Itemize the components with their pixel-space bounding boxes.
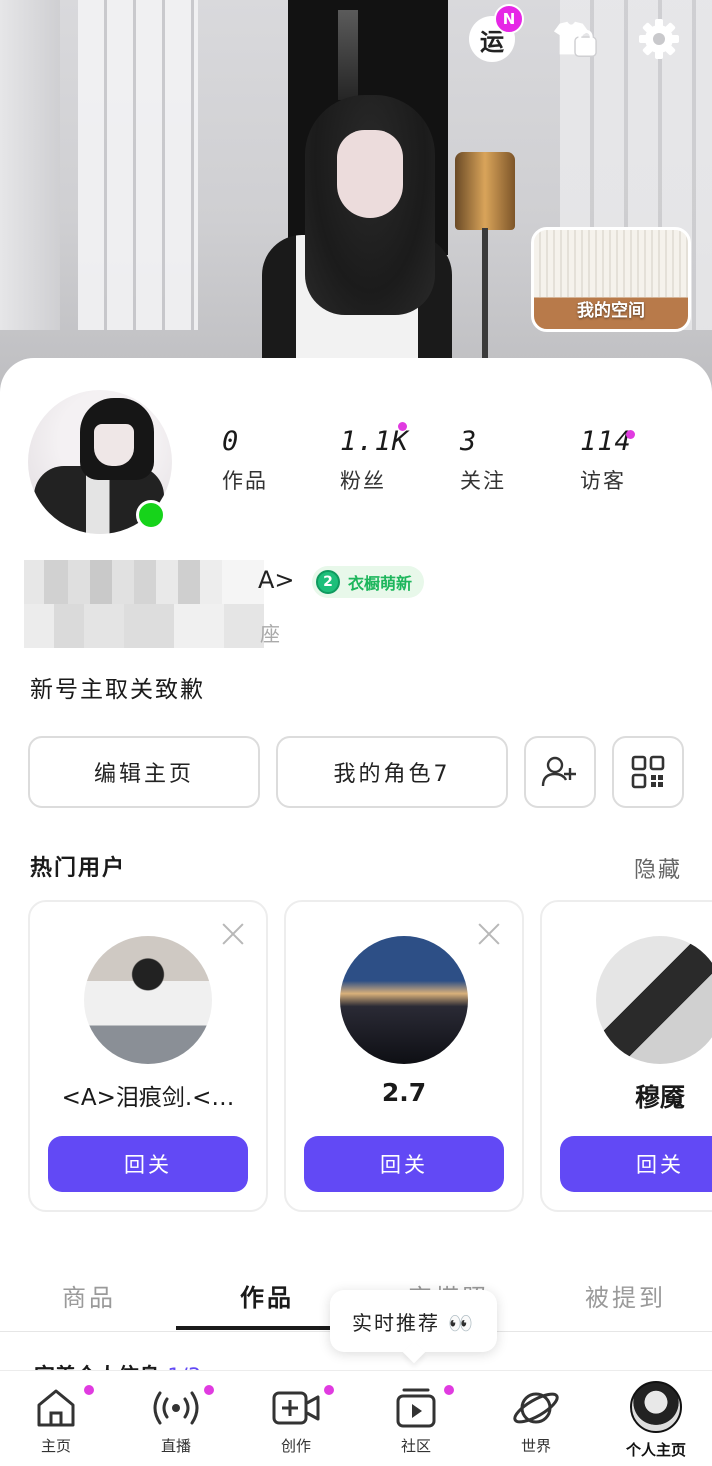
edit-profile-button[interactable]: 编辑主页 xyxy=(28,736,260,808)
close-icon[interactable] xyxy=(220,920,248,948)
nav-profile-label: 个人主页 xyxy=(625,1441,686,1459)
hot-user-avatar[interactable] xyxy=(596,936,712,1064)
level-badge[interactable]: 2 衣橱萌新 xyxy=(312,566,425,598)
nav-live-label: 直播 xyxy=(160,1437,191,1455)
stat-visitors-value: 114 xyxy=(580,426,632,457)
stat-fans-label: 粉丝 xyxy=(340,469,386,493)
wardrobe-button[interactable] xyxy=(552,16,598,62)
nav-home-label: 主页 xyxy=(40,1437,71,1455)
nav-community-dot xyxy=(444,1385,454,1395)
add-friend-button[interactable] xyxy=(524,736,596,808)
hot-user-name: 2.7 xyxy=(381,1078,427,1107)
hero-scene: 运 N 我的空间 xyxy=(0,0,712,400)
online-status-dot xyxy=(136,500,166,530)
create-icon xyxy=(272,1391,320,1425)
my-space-thumbnail xyxy=(534,230,688,298)
nav-world[interactable]: 世界 xyxy=(486,1379,586,1465)
gear-icon xyxy=(639,19,679,59)
scene-lamp xyxy=(455,152,515,230)
scene-wall xyxy=(0,0,60,330)
nav-live-dot xyxy=(204,1385,214,1395)
scene-lamp-pole xyxy=(482,228,488,358)
nav-home[interactable]: 主页 xyxy=(6,1379,106,1465)
stat-following-value: 3 xyxy=(460,426,478,457)
stat-works-label: 作品 xyxy=(222,469,268,493)
my-space-button[interactable]: 我的空间 xyxy=(531,227,691,332)
nav-live[interactable]: 直播 xyxy=(126,1379,226,1465)
planet-icon xyxy=(513,1392,559,1424)
hot-users-title: 热门用户 xyxy=(30,856,127,881)
follow-back-button[interactable]: 回关 xyxy=(560,1136,712,1192)
profile-page: 运 N 我的空间 0 作品 1.1K 粉丝 3 关注 114 访客 A> 座 2… xyxy=(0,0,712,1466)
close-icon[interactable] xyxy=(476,920,504,948)
tab-works[interactable]: 作品 xyxy=(240,1278,294,1313)
avatar xyxy=(630,1381,682,1433)
nav-create-dot xyxy=(324,1385,334,1395)
stat-fans[interactable]: 1.1K 粉丝 xyxy=(340,422,410,495)
signature-suffix: 座 xyxy=(260,622,280,646)
tab-mentions[interactable]: 被提到 xyxy=(585,1278,666,1313)
community-icon xyxy=(396,1388,436,1428)
profile-bio: 新号主取关致歉 xyxy=(30,677,205,703)
hot-user-avatar[interactable] xyxy=(84,936,212,1064)
my-space-label: 我的空间 xyxy=(577,301,645,321)
hot-user-card[interactable]: 2.7 回关 xyxy=(284,900,524,1212)
nav-create-label: 创作 xyxy=(280,1437,311,1455)
bottom-nav: 主页 直播 创作 社区 世界 个人主页 xyxy=(0,1370,712,1466)
nav-home-dot xyxy=(84,1385,94,1395)
my-roles-button[interactable]: 我的角色7 xyxy=(276,736,508,808)
username-mosaic xyxy=(24,560,264,648)
fortune-badge: N xyxy=(494,4,524,34)
stat-following-label: 关注 xyxy=(460,469,506,493)
stat-fans-value: 1.1K xyxy=(340,426,410,457)
follow-back-button[interactable]: 回关 xyxy=(304,1136,504,1192)
stat-works[interactable]: 0 作品 xyxy=(222,426,268,495)
hot-user-card[interactable]: 穆魇 回关 xyxy=(540,900,712,1212)
tab-products[interactable]: 商品 xyxy=(62,1278,116,1313)
follow-back-button[interactable]: 回关 xyxy=(48,1136,248,1192)
nav-community[interactable]: 社区 xyxy=(366,1379,466,1465)
stat-following[interactable]: 3 关注 xyxy=(460,426,506,495)
visitors-new-dot xyxy=(626,430,635,439)
character-face xyxy=(337,130,403,218)
qr-code-icon xyxy=(631,755,665,789)
hot-user-avatar[interactable] xyxy=(340,936,468,1064)
stat-visitors-label: 访客 xyxy=(580,469,626,493)
home-icon xyxy=(37,1389,75,1427)
nav-community-label: 社区 xyxy=(400,1437,431,1455)
fans-new-dot xyxy=(398,422,407,431)
nav-create[interactable]: 创作 xyxy=(246,1379,346,1465)
wardrobe-bag-icon xyxy=(553,21,597,57)
level-title: 衣橱萌新 xyxy=(348,574,413,593)
realtime-recommend-tooltip[interactable]: 实时推荐 👀 xyxy=(330,1290,498,1352)
hot-user-name: <A>泪痕剑.<… xyxy=(61,1085,235,1111)
qr-code-button[interactable] xyxy=(612,736,684,808)
scene-window xyxy=(78,0,198,330)
hot-user-card[interactable]: <A>泪痕剑.<… 回关 xyxy=(28,900,268,1212)
stat-visitors[interactable]: 114 访客 xyxy=(580,426,635,495)
active-tab-indicator xyxy=(176,1326,354,1330)
hot-user-name: 穆魇 xyxy=(634,1083,685,1112)
live-icon xyxy=(153,1391,199,1425)
hide-hot-users-button[interactable]: 隐藏 xyxy=(634,852,682,884)
add-user-icon xyxy=(541,756,576,787)
level-number: 2 xyxy=(316,570,340,594)
stat-works-value: 0 xyxy=(222,426,240,457)
settings-button[interactable] xyxy=(636,16,682,62)
username-suffix: A> xyxy=(258,566,295,594)
nav-profile[interactable]: 个人主页 xyxy=(606,1379,706,1465)
nav-world-label: 世界 xyxy=(520,1437,551,1455)
avatar-face xyxy=(94,424,134,466)
